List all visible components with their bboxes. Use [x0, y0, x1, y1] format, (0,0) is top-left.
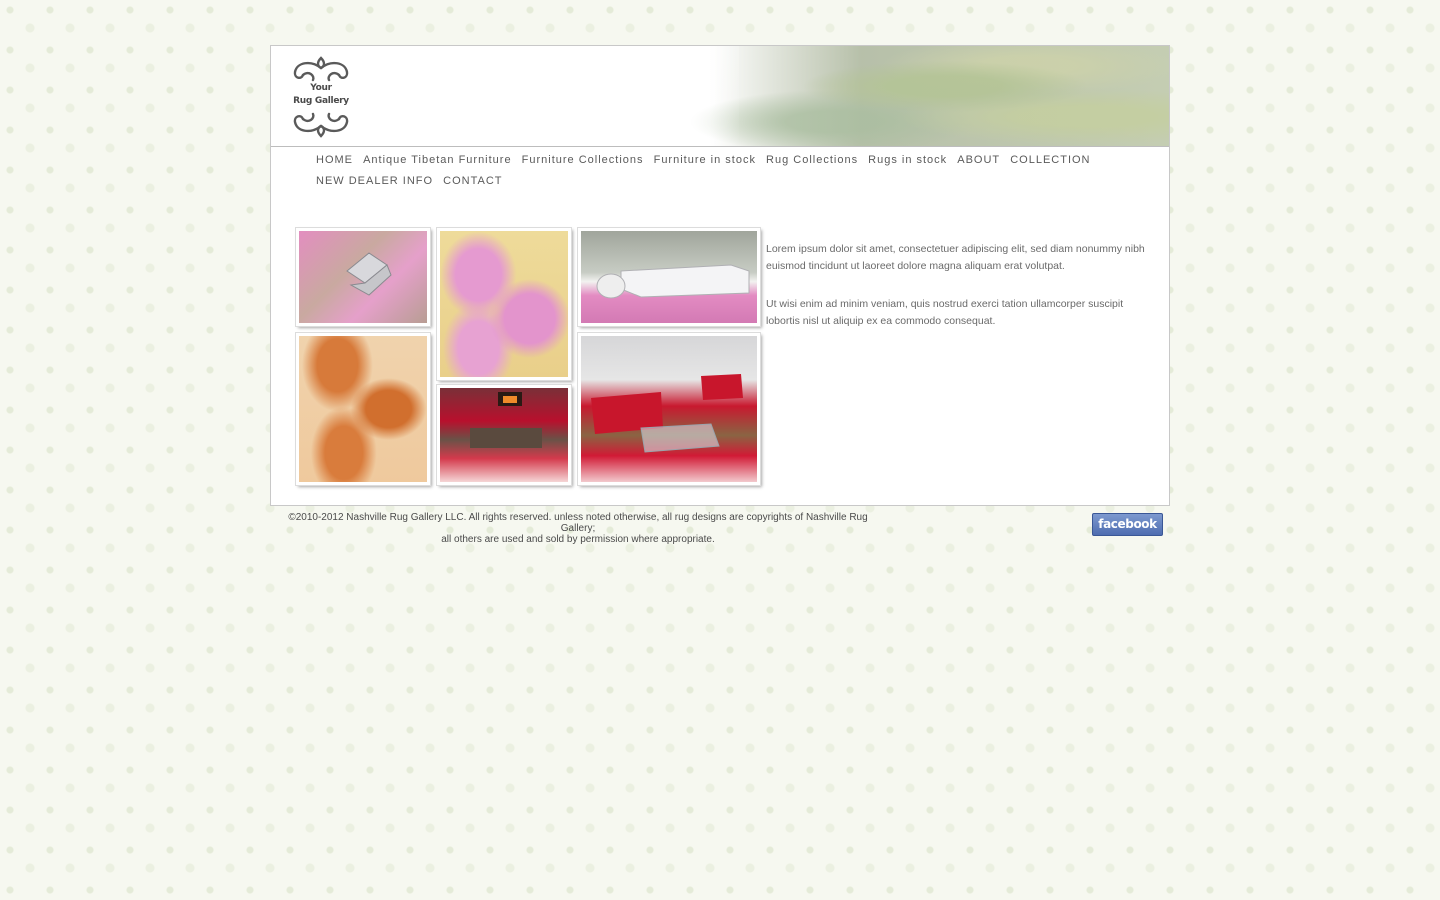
nav-item-about[interactable]: ABOUT — [957, 150, 1000, 171]
footer-line-2: all others are used and sold by permissi… — [441, 534, 715, 545]
logo-text-your: Your — [310, 83, 332, 93]
intro-paragraph-2: Ut wisi enim ad minim veniam, quis nostr… — [766, 298, 1124, 327]
header-banner-image — [609, 46, 1169, 146]
nav-item-furniture-in-stock[interactable]: Furniture in stock — [654, 150, 756, 171]
page-container: Your Rug Gallery HOME Antique Tibetan Fu… — [270, 45, 1170, 506]
facebook-icon: facebook — [1098, 517, 1157, 531]
logo-text-rug-gallery: Rug Gallery — [293, 96, 349, 106]
footer-line-1: ©2010-2012 Nashville Rug Gallery LLC. Al… — [288, 512, 868, 534]
intro-paragraph-1: Lorem ipsum dolor sit amet, consectetuer… — [766, 243, 1145, 272]
nav-item-contact[interactable]: CONTACT — [443, 171, 502, 192]
gallery-image-red-sofa-room — [577, 332, 761, 486]
nav-item-collection[interactable]: COLLECTION — [1010, 150, 1090, 171]
sofa-icon — [596, 264, 750, 299]
red-sofa-icon — [591, 374, 743, 453]
site-header: Your Rug Gallery — [271, 46, 1169, 147]
nav-item-rugs-in-stock[interactable]: Rugs in stock — [868, 150, 947, 171]
gallery-image-orange-floral-rug — [295, 332, 431, 486]
main-navigation: HOME Antique Tibetan Furniture Furniture… — [316, 150, 1166, 192]
gallery-image-pink-floral-rug — [436, 227, 572, 381]
nav-item-rug-collections[interactable]: Rug Collections — [766, 150, 858, 171]
intro-text: Lorem ipsum dolor sit amet, consectetuer… — [766, 241, 1151, 351]
nav-item-home[interactable]: HOME — [316, 150, 353, 171]
gallery-image-laptop-on-rug — [295, 227, 431, 327]
footer-copyright: ©2010-2012 Nashville Rug Gallery LLC. Al… — [270, 512, 886, 545]
site-logo[interactable]: Your Rug Gallery — [289, 54, 353, 140]
nav-item-new-dealer-info[interactable]: NEW DEALER INFO — [316, 171, 433, 192]
gallery-image-white-sofa-room — [577, 227, 761, 327]
nav-item-antique-tibetan-furniture[interactable]: Antique Tibetan Furniture — [363, 150, 512, 171]
laptop-icon — [346, 252, 392, 296]
fireplace-icon — [470, 392, 542, 448]
gallery-image-red-room — [436, 384, 572, 486]
facebook-button[interactable]: facebook — [1092, 513, 1163, 536]
nav-item-furniture-collections[interactable]: Furniture Collections — [522, 150, 644, 171]
